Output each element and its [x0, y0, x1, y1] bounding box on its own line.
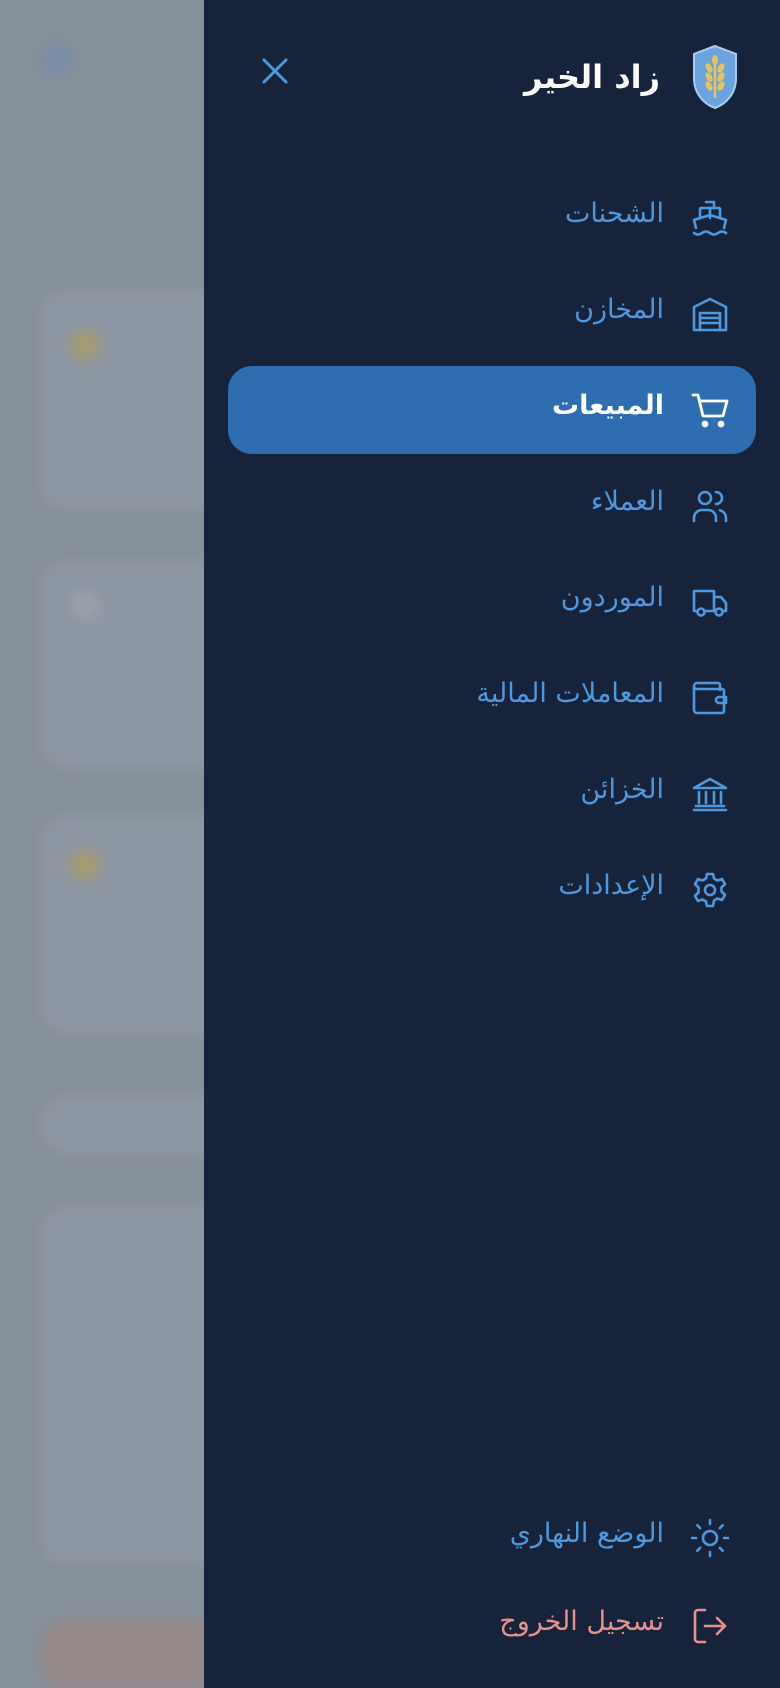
nav-label-settings: الإعدادات	[558, 870, 664, 901]
gear-icon	[693, 872, 727, 908]
truck-icon	[692, 589, 728, 617]
nav-item-sales[interactable]: المبيعات	[228, 366, 756, 454]
app-title: زاد الخير	[524, 58, 660, 96]
nav-item-customers[interactable]: العملاء	[228, 462, 756, 550]
close-icon[interactable]	[258, 54, 292, 88]
cart-icon	[691, 393, 729, 428]
drawer-nav: الشحنات المخازن المبيعات العملاء الموردو…	[228, 174, 756, 942]
theme-toggle[interactable]: الوضع النهاري	[228, 1494, 756, 1582]
nav-label-customers: العملاء	[590, 486, 664, 517]
nav-item-shipments[interactable]: الشحنات	[228, 174, 756, 262]
bank-icon	[692, 777, 728, 812]
nav-label-suppliers: الموردون	[560, 582, 664, 613]
warehouse-icon	[692, 297, 728, 332]
logout-button[interactable]: تسجيل الخروج	[228, 1582, 756, 1670]
nav-label-treasuries: الخزائن	[580, 774, 664, 805]
ship-icon	[692, 200, 728, 236]
navigation-drawer: زاد الخير الشحنات المخازن المبيعات العمل…	[204, 0, 780, 1688]
nav-item-transactions[interactable]: المعاملات المالية	[228, 654, 756, 742]
sun-icon	[690, 1518, 730, 1558]
shield-logo-icon	[693, 44, 737, 110]
theme-toggle-label: الوضع النهاري	[509, 1518, 664, 1549]
logout-label: تسجيل الخروج	[499, 1606, 664, 1637]
nav-item-suppliers[interactable]: الموردون	[228, 558, 756, 646]
logout-icon	[693, 1608, 727, 1644]
users-icon	[692, 490, 728, 523]
drawer-footer: الوضع النهاري تسجيل الخروج	[228, 1494, 756, 1670]
nav-item-treasuries[interactable]: الخزائن	[228, 750, 756, 838]
nav-item-settings[interactable]: الإعدادات	[228, 846, 756, 934]
wallet-icon	[692, 681, 728, 715]
drawer-header: زاد الخير	[204, 40, 780, 116]
nav-label-transactions: المعاملات المالية	[476, 678, 664, 709]
nav-label-shipments: الشحنات	[564, 198, 664, 229]
nav-item-warehouses[interactable]: المخازن	[228, 270, 756, 358]
nav-label-warehouses: المخازن	[574, 294, 664, 325]
nav-label-sales: المبيعات	[551, 390, 664, 421]
